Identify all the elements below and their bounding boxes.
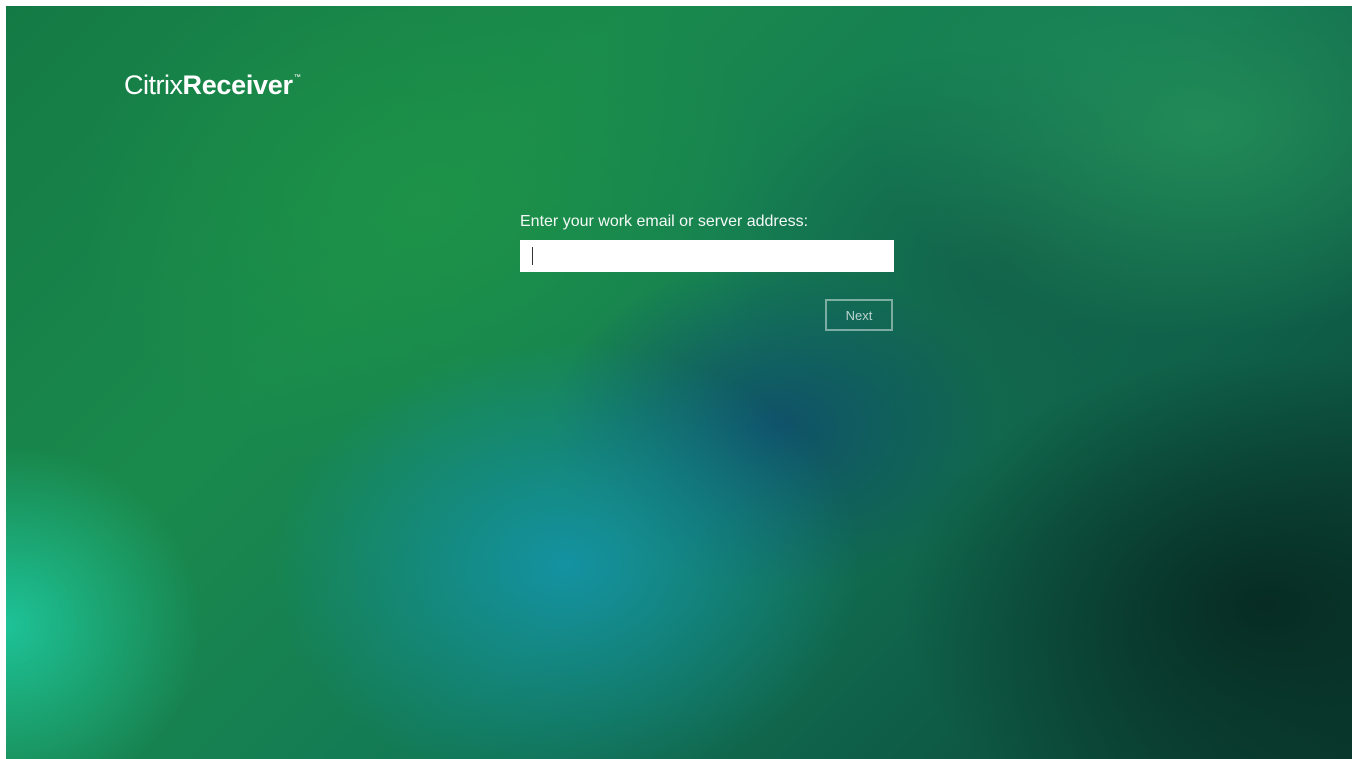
next-button[interactable]: Next [825,299,893,331]
text-caret [532,247,533,265]
email-or-server-address-input[interactable] [520,240,894,272]
logo-product: Receiver [182,70,294,100]
citrix-receiver-logo: CitrixReceiver™ [124,72,301,99]
citrix-receiver-screen: CitrixReceiver™ Enter your work email or… [6,6,1352,759]
logo-trademark: ™ [293,74,301,81]
address-prompt-label: Enter your work email or server address: [520,213,809,230]
logo-brand: Citrix [124,70,183,100]
